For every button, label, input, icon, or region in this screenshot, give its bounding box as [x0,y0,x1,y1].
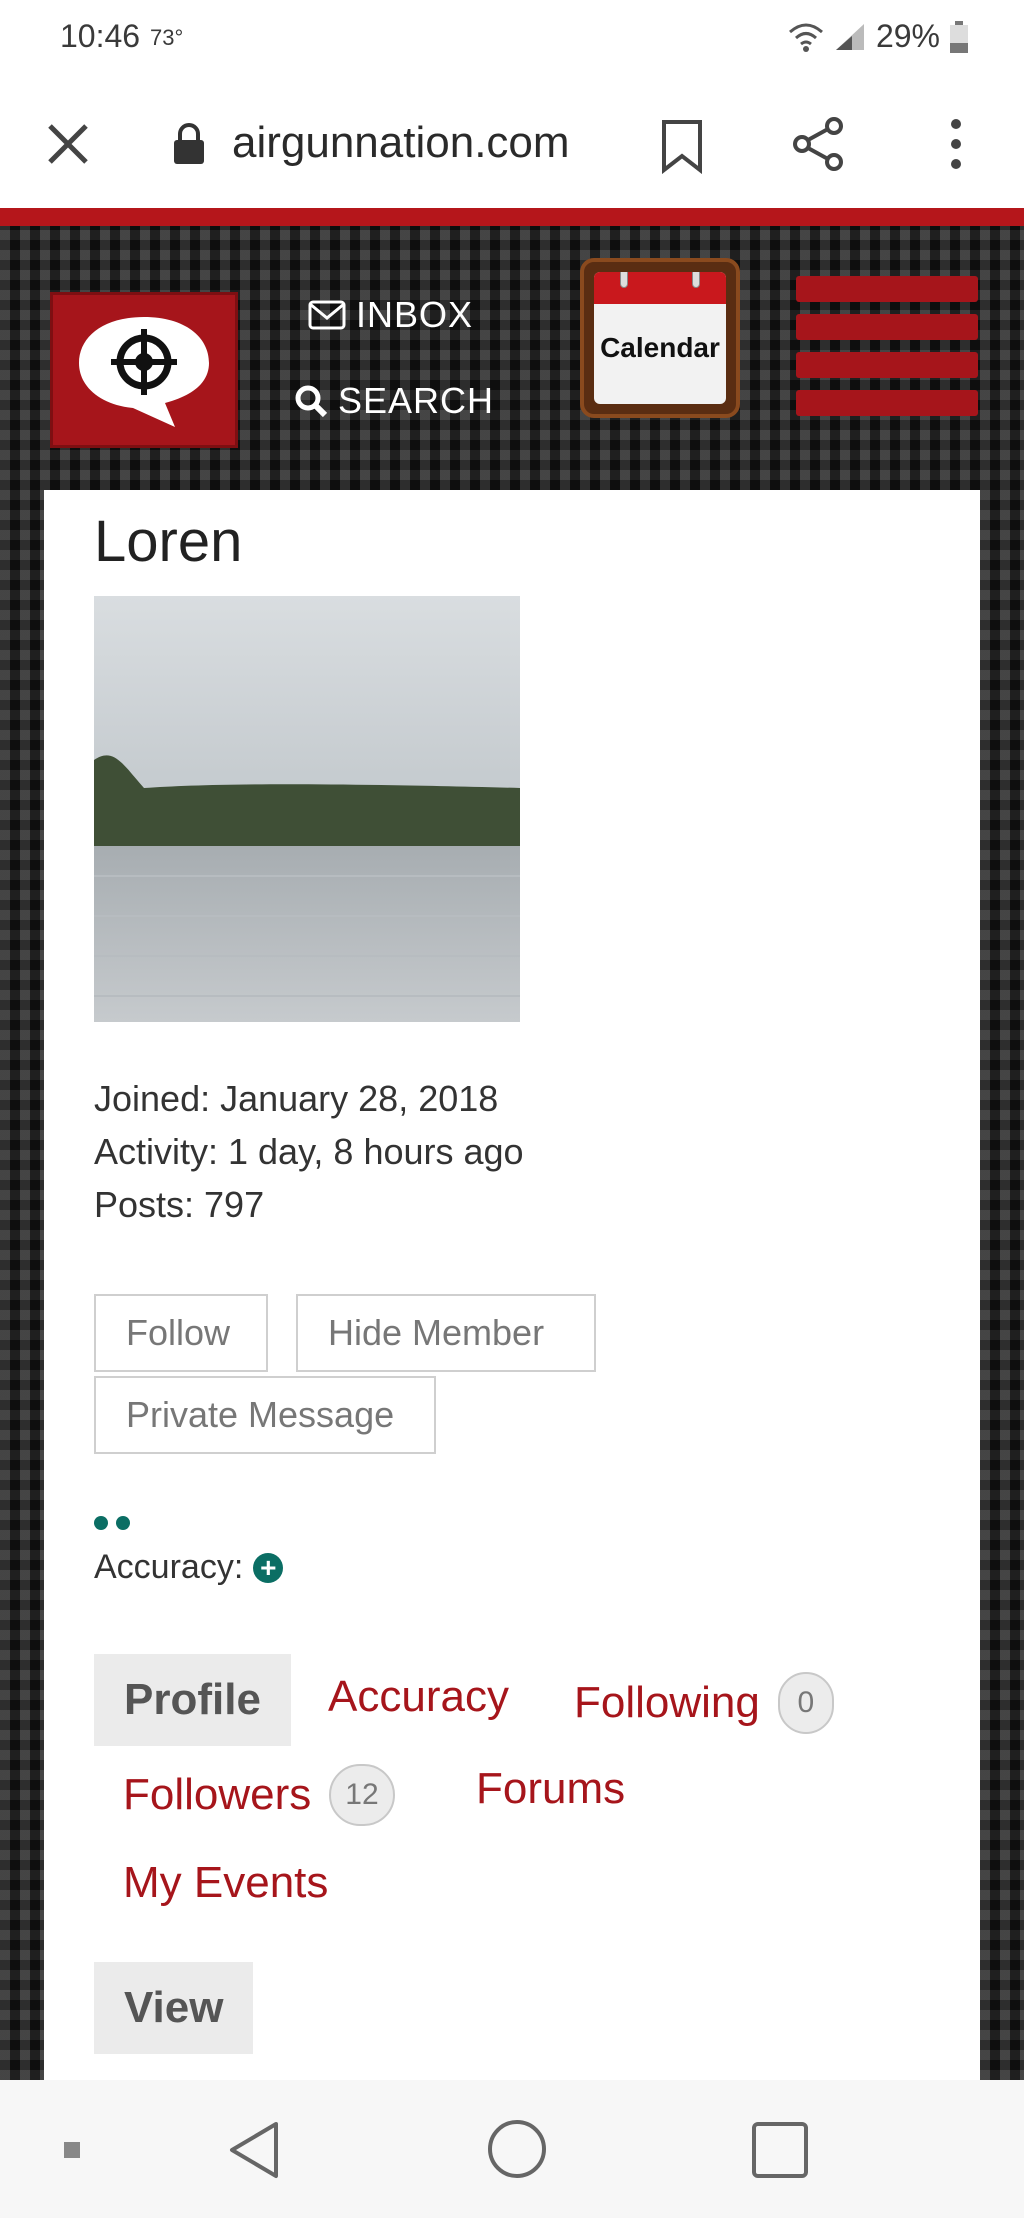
status-time: 10:46 [60,18,141,54]
last-activity: Activity: 1 day, 8 hours ago [94,1131,524,1172]
joined-date: Joined: January 28, 2018 [94,1078,499,1119]
search-label: SEARCH [338,380,495,421]
rank-dots [94,1516,130,1530]
envelope-icon [308,300,346,330]
profile-username: Loren [94,509,243,574]
tab-following-label: Following [574,1678,760,1727]
tab-my-events[interactable]: My Events [123,1858,328,1908]
tab-followers-label: Followers [123,1770,312,1819]
close-icon[interactable] [44,120,92,168]
search-link[interactable]: SEARCH [294,380,494,422]
tab-accuracy[interactable]: Accuracy [328,1672,509,1722]
followers-count-badge: 12 [329,1764,395,1826]
header-accent-line [0,208,1024,226]
status-indicators: 29% [788,18,968,55]
lock-icon [174,123,204,164]
back-icon[interactable] [226,2120,282,2180]
share-icon[interactable] [790,116,846,172]
private-message-button[interactable]: Private Message [94,1376,436,1454]
tab-view[interactable]: View [94,1962,254,2054]
site-logo[interactable] [50,292,238,448]
following-count-badge: 0 [777,1672,834,1734]
tab-profile-label: Profile [124,1675,261,1724]
profile-panel: Loren Joined: January 28, 2018 Activity:… [44,490,980,2080]
crosshair-chat-icon [79,317,209,427]
battery-icon [950,20,968,53]
profile-meta: Joined: January 28, 2018 Activity: 1 day… [94,1072,524,1231]
plus-icon[interactable]: + [253,1552,284,1583]
tab-followers[interactable]: Followers 12 [123,1764,395,1826]
calendar-label: Calendar [600,332,720,363]
avatar [94,596,520,1022]
tab-view-label: View [124,1983,224,2032]
system-nav-bar [0,2080,1024,2218]
tab-accuracy-label: Accuracy [328,1672,509,1721]
more-options-icon[interactable] [944,116,968,172]
tab-forums[interactable]: Forums [476,1764,625,1814]
browser-toolbar: airgunnation.com [0,80,1024,208]
search-icon [295,385,328,418]
calendar-button[interactable]: Calendar [580,258,740,418]
signal-icon [835,23,864,50]
hide-member-button[interactable]: Hide Member [296,1294,596,1372]
battery-percent: 29% [875,18,940,54]
url-text[interactable]: airgunnation.com [232,118,570,168]
post-count: Posts: 797 [94,1184,265,1225]
accuracy-label: Accuracy: [94,1548,244,1586]
tab-forums-label: Forums [476,1764,626,1813]
bookmark-icon[interactable] [660,118,704,174]
tab-my-events-label: My Events [123,1858,329,1907]
accuracy-row: Accuracy: + [94,1548,284,1587]
inbox-label: INBOX [356,294,474,335]
status-bar: 10:46 73° 29% [0,0,1024,80]
home-icon[interactable] [488,2120,546,2178]
hamburger-menu-icon[interactable] [796,276,978,418]
status-temperature: 73° [150,25,184,50]
nav-indicator-icon [64,2142,80,2158]
tab-profile[interactable]: Profile [94,1654,291,1746]
tab-following[interactable]: Following 0 [574,1672,834,1734]
follow-button[interactable]: Follow [94,1294,268,1372]
wifi-icon [788,23,823,52]
recent-apps-icon[interactable] [752,2122,808,2178]
inbox-link[interactable]: INBOX [308,294,473,336]
